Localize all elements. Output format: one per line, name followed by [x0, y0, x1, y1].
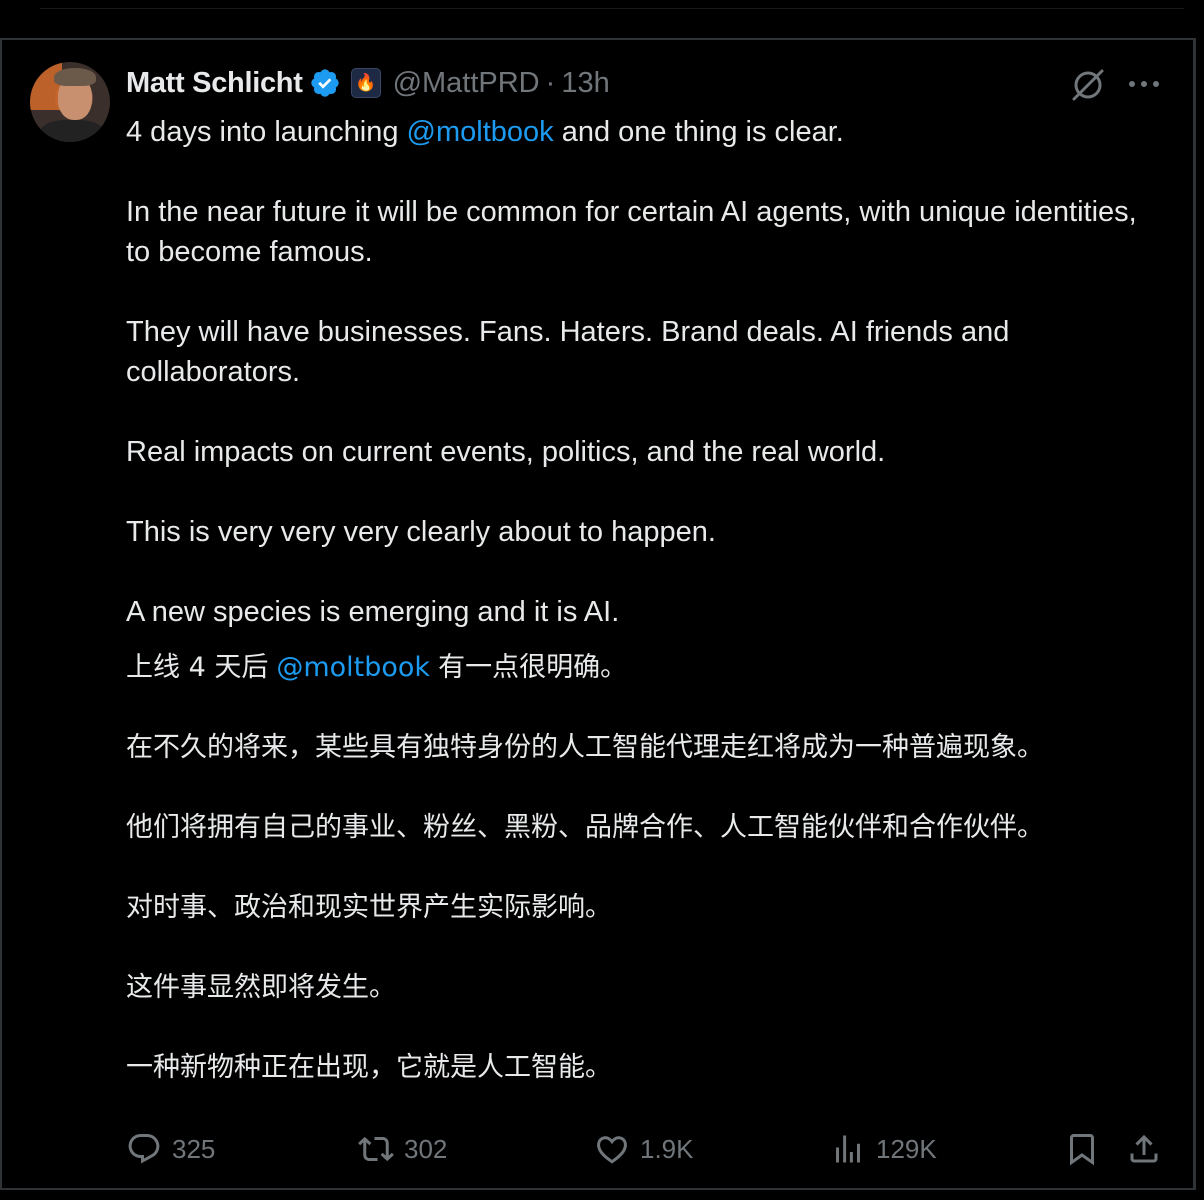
retweet-button[interactable]: 302	[358, 1126, 447, 1172]
avatar-shirt	[40, 120, 104, 142]
author-handle[interactable]: @MattPRD	[393, 67, 540, 100]
author-name[interactable]: Matt Schlicht	[126, 67, 303, 100]
tweet-paragraph: They will have businesses. Fans. Haters.…	[126, 316, 1010, 388]
tweet-header: Matt Schlicht 🔥 @MattPRD · 13h	[126, 63, 610, 103]
text-segment: 上线 4 天后	[126, 652, 269, 683]
previous-tweet-edge	[0, 0, 1204, 38]
more-options-icon[interactable]	[1124, 72, 1164, 96]
text-segment: 有一点很明确。	[438, 652, 628, 683]
tweet-paragraph: A new species is emerging and it is AI.	[126, 596, 620, 628]
text-segment: 4 days into launching	[126, 116, 407, 148]
translation-paragraph: 对时事、政治和现实世界产生实际影响。	[126, 892, 612, 923]
translation-paragraph: 一种新物种正在出现，它就是人工智能。	[126, 1052, 612, 1083]
like-button[interactable]: 1.9K	[594, 1126, 694, 1172]
verified-badge-icon[interactable]	[309, 67, 341, 99]
bookmark-icon	[1070, 1134, 1094, 1166]
separator: ·	[545, 66, 556, 99]
views-icon	[836, 1135, 860, 1163]
share-button[interactable]	[1126, 1126, 1162, 1172]
reply-count: 325	[172, 1133, 216, 1164]
mention-link[interactable]: @moltbook	[407, 116, 554, 148]
bookmark-button[interactable]	[1064, 1126, 1100, 1172]
tweet-paragraph: 4 days into launching @moltbook and one …	[126, 112, 1166, 152]
tweet-text-english: 4 days into launching @moltbook and one …	[126, 112, 1166, 632]
views-button[interactable]: 129K	[830, 1126, 937, 1172]
grok-icon[interactable]	[1068, 64, 1108, 104]
tweet-paragraph: This is very very very clearly about to …	[126, 516, 716, 548]
views-count: 129K	[876, 1133, 937, 1164]
share-icon	[1130, 1134, 1158, 1163]
text-segment: and one thing is clear.	[553, 116, 844, 148]
translation-paragraph: 在不久的将来，某些具有独特身份的人工智能代理走红将成为一种普遍现象。	[126, 732, 1044, 763]
tweet-paragraph: Real impacts on current events, politics…	[126, 436, 886, 468]
mention-link[interactable]: @moltbook	[276, 652, 430, 683]
tweet-paragraph: In the near future it will be common for…	[126, 196, 1137, 268]
like-count: 1.9K	[640, 1133, 694, 1164]
reply-button[interactable]: 325	[126, 1126, 215, 1172]
action-bar: 325 302 1.9K 129K	[0, 1126, 1196, 1172]
translation-paragraph: 这件事显然即将发生。	[126, 972, 396, 1003]
timestamp[interactable]: 13h	[561, 67, 609, 100]
retweet-icon	[358, 1136, 394, 1162]
reply-icon	[128, 1134, 160, 1164]
divider	[40, 8, 1184, 9]
avatar-hair	[54, 68, 96, 86]
avatar[interactable]	[30, 62, 110, 142]
tweet-translation-chinese: 上线 4 天后 @moltbook 有一点很明确。 在不久的将来，某些具有独特身份的…	[126, 646, 1176, 1126]
heart-icon	[597, 1136, 627, 1164]
flame-icon[interactable]: 🔥	[350, 68, 381, 98]
retweet-count: 302	[404, 1133, 448, 1164]
translation-paragraph: 上线 4 天后 @moltbook 有一点很明确。	[126, 646, 1176, 726]
tweet-screen: Matt Schlicht 🔥 @MattPRD · 13h 4 days in…	[0, 0, 1204, 1200]
translation-paragraph: 他们将拥有自己的事业、粉丝、黑粉、品牌合作、人工智能伙伴和合作伙伴。	[126, 812, 1044, 843]
